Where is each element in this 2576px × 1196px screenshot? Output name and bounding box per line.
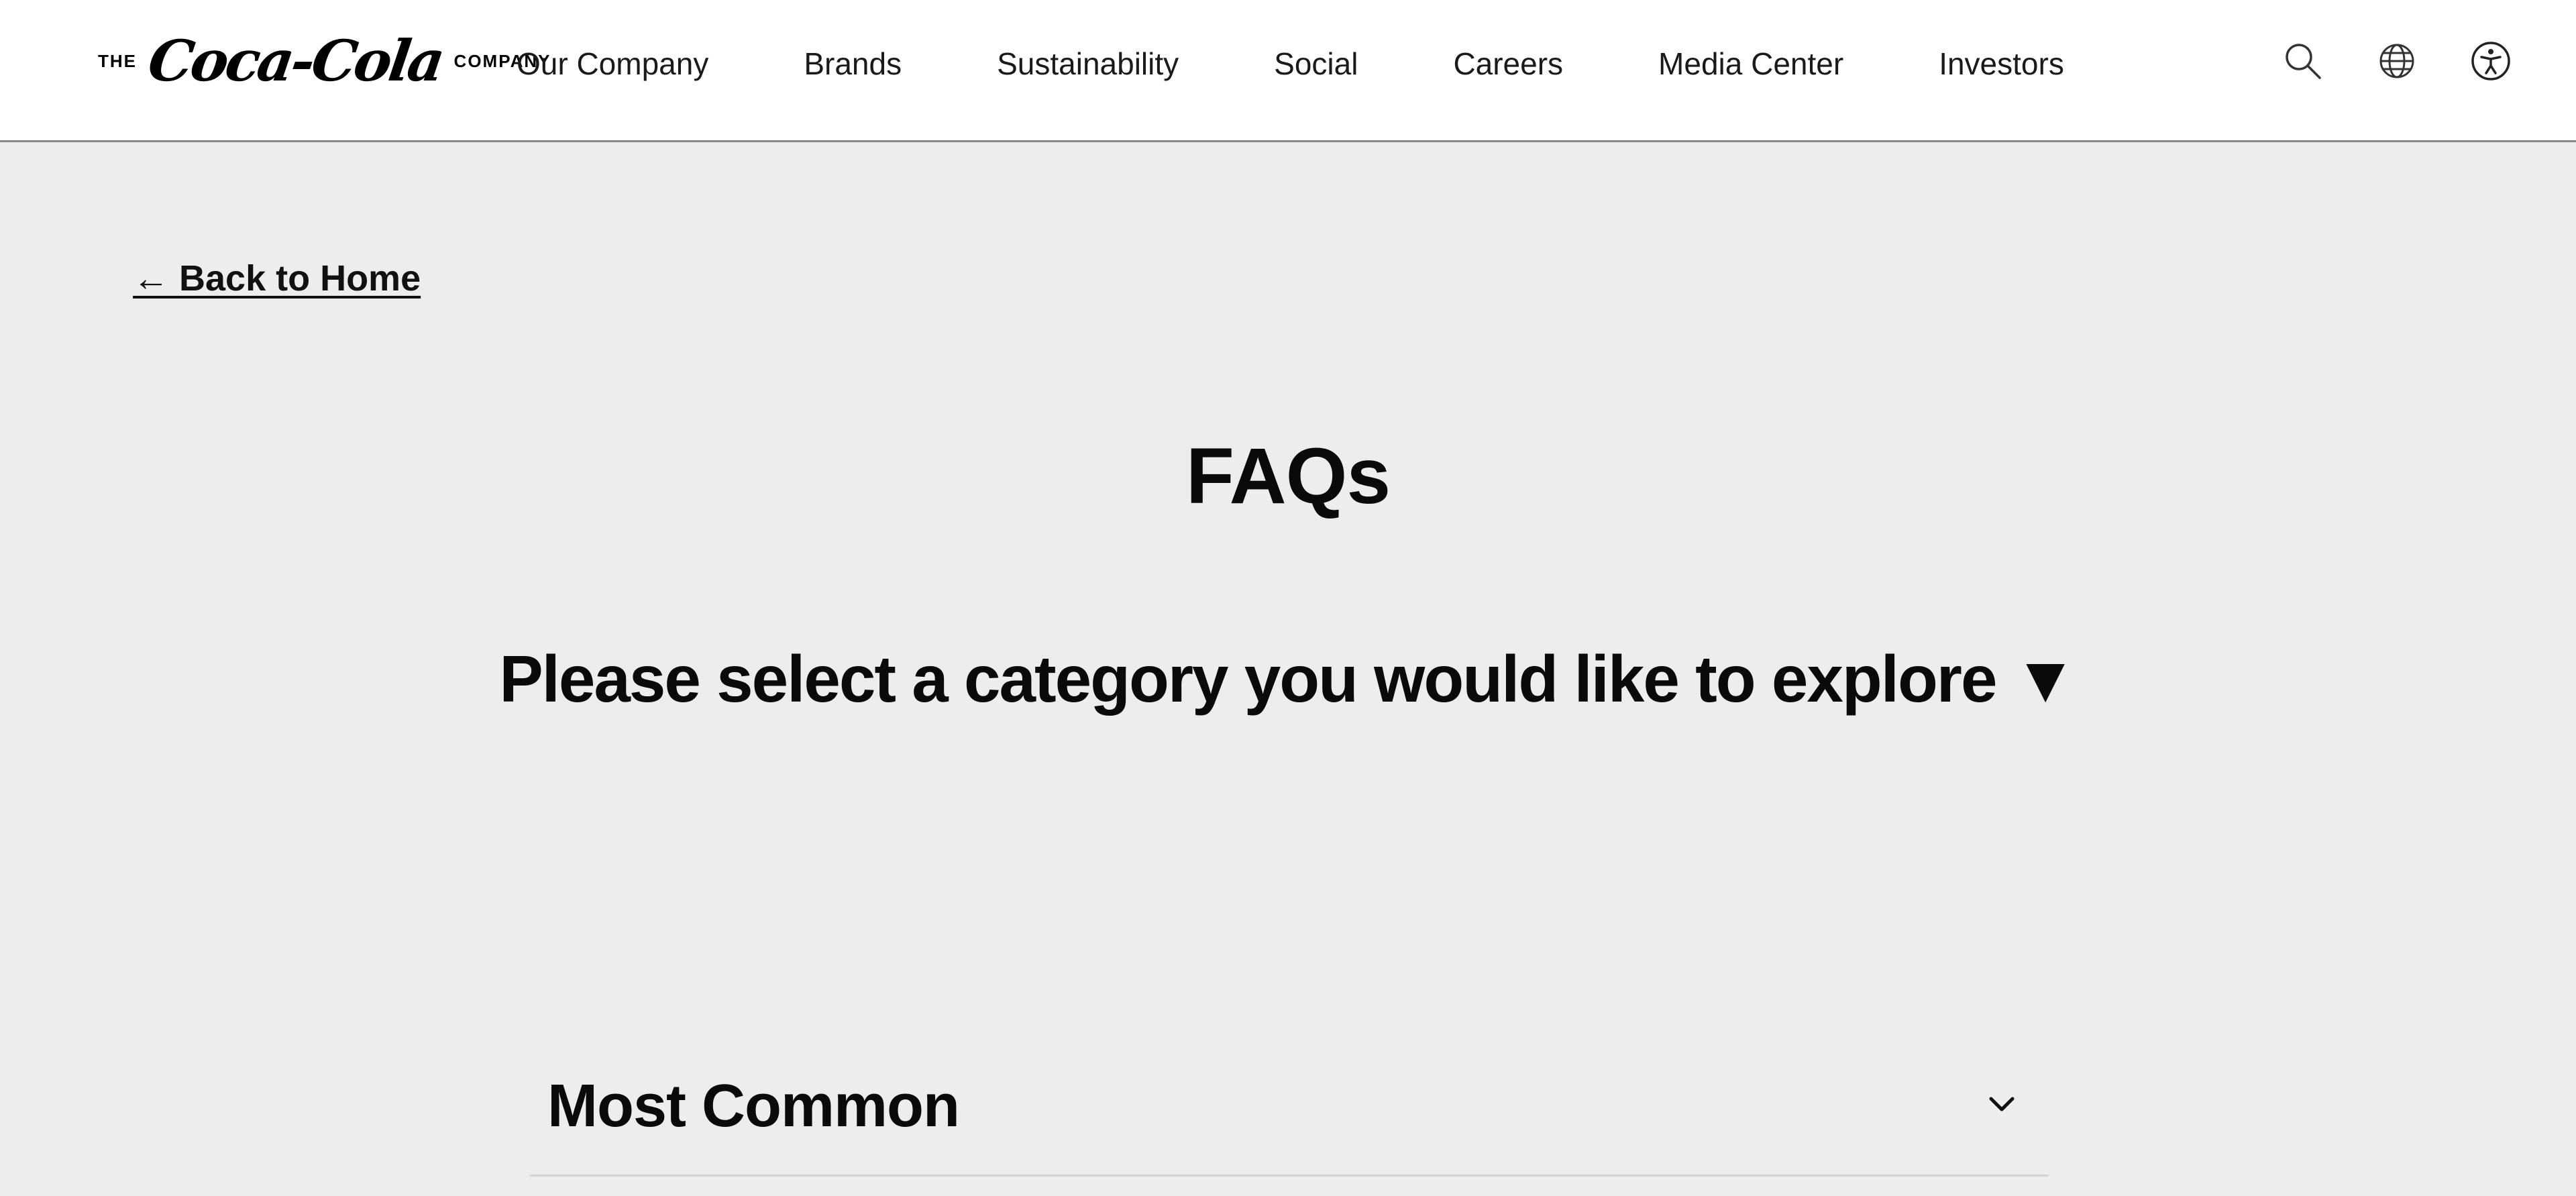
chevron-down-icon[interactable] bbox=[1982, 1084, 2022, 1124]
nav-item-media-center[interactable]: Media Center bbox=[1658, 46, 1843, 82]
main-nav: Our Company Brands Sustainability Social… bbox=[517, 0, 2064, 127]
back-to-home-link[interactable]: ← Back to Home bbox=[133, 258, 421, 299]
accessibility-icon[interactable] bbox=[2469, 39, 2513, 83]
nav-item-our-company[interactable]: Our Company bbox=[517, 46, 708, 82]
nav-item-sustainability[interactable]: Sustainability bbox=[997, 46, 1179, 82]
site-header: THE Coca-Cola COMPANY Our Company Brands… bbox=[0, 0, 2576, 142]
nav-item-investors[interactable]: Investors bbox=[1939, 46, 2064, 82]
category-prompt: Please select a category you would like … bbox=[499, 642, 2078, 716]
nav-item-careers[interactable]: Careers bbox=[1453, 46, 1563, 82]
page-title: FAQs bbox=[1185, 432, 1391, 521]
faq-category-title: Most Common bbox=[547, 1073, 960, 1140]
header-utility-icons bbox=[2281, 39, 2513, 83]
logo-script: Coca-Cola bbox=[144, 28, 447, 94]
coca-cola-company-logo[interactable]: THE Coca-Cola COMPANY bbox=[98, 28, 551, 94]
nav-item-social[interactable]: Social bbox=[1274, 46, 1358, 82]
logo-prefix: THE bbox=[98, 50, 137, 71]
search-icon[interactable] bbox=[2281, 39, 2325, 83]
nav-item-brands[interactable]: Brands bbox=[804, 46, 902, 82]
globe-icon[interactable] bbox=[2375, 39, 2419, 83]
faq-category-most-common[interactable]: Most Common bbox=[530, 1038, 2049, 1177]
